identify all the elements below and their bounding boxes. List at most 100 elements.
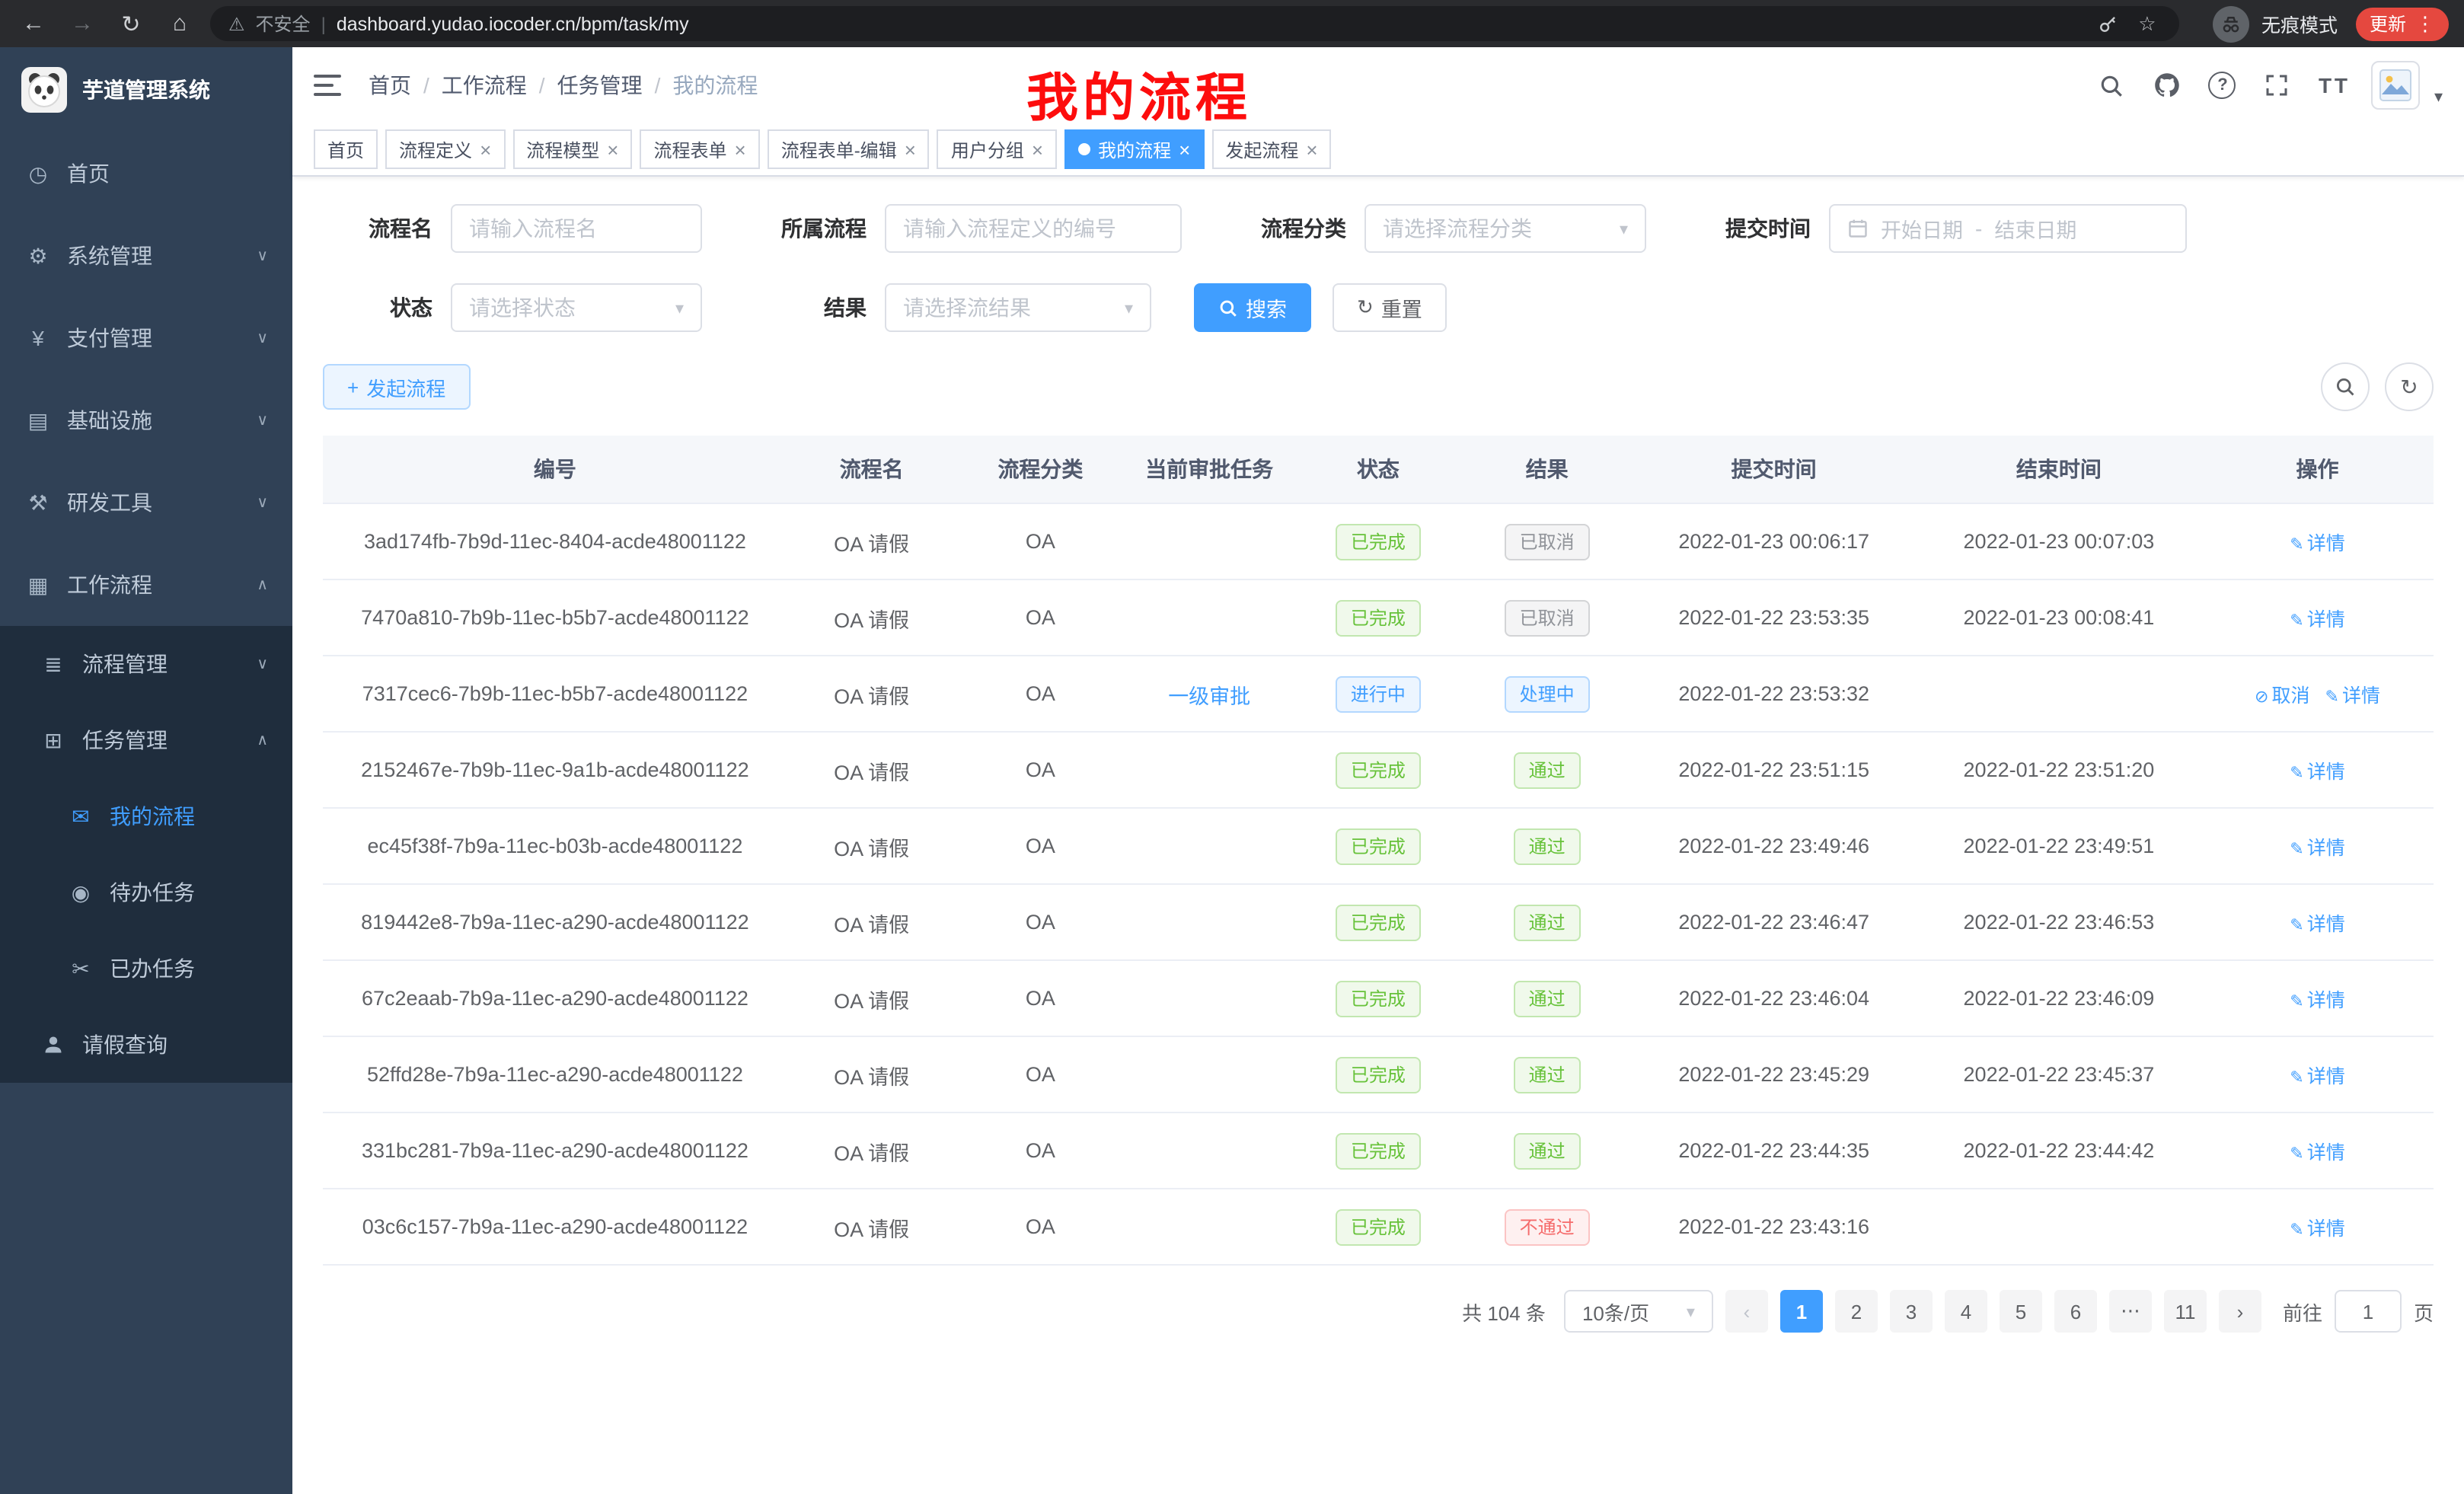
app-logo[interactable]: 芋道管理系统 xyxy=(0,47,292,132)
tab-process-definition[interactable]: 流程定义 × xyxy=(385,129,505,169)
process-name-input[interactable] xyxy=(451,204,702,253)
sidebar-item-workflow[interactable]: ▦ 工作流程 ∧ xyxy=(0,544,292,626)
close-icon[interactable]: × xyxy=(607,139,618,159)
help-icon[interactable]: ? xyxy=(2209,72,2236,99)
prev-page-button[interactable]: ‹ xyxy=(1725,1290,1768,1333)
tab-initiate-process[interactable]: 发起流程 × xyxy=(1211,129,1331,169)
close-icon[interactable]: × xyxy=(735,139,746,159)
page-button-1[interactable]: 1 xyxy=(1780,1290,1823,1333)
sidebar-item-label: 待办任务 xyxy=(110,877,195,908)
submit-time-range-picker[interactable]: 开始日期 - 结束日期 xyxy=(1829,204,2187,253)
sidebar-item-system[interactable]: ⚙ 系统管理 ∨ xyxy=(0,215,292,297)
detail-link[interactable]: ✎详情 xyxy=(2290,1066,2344,1087)
browser-menu-icon[interactable]: ⋮ xyxy=(2415,11,2435,36)
goto-page-input[interactable] xyxy=(2335,1290,2402,1333)
page-button-5[interactable]: 5 xyxy=(2000,1290,2042,1333)
create-process-button[interactable]: + 发起流程 xyxy=(323,364,470,410)
warning-icon[interactable]: ⚠ xyxy=(228,13,245,34)
sidebar-item-leave-query[interactable]: 请假查询 xyxy=(0,1007,292,1083)
bookmark-star-icon[interactable]: ☆ xyxy=(2134,10,2161,37)
current-task-link[interactable]: 一级审批 xyxy=(1168,685,1250,707)
sidebar-item-todo-tasks[interactable]: ◉ 待办任务 xyxy=(0,854,292,931)
detail-link[interactable]: ✎详情 xyxy=(2325,685,2380,707)
close-icon[interactable]: × xyxy=(1179,139,1190,159)
tags-view-bar: 首页 流程定义 × 流程模型 × 流程表单 × 流程表单-编辑 × xyxy=(292,123,2464,177)
back-icon[interactable]: ← xyxy=(15,5,52,42)
detail-link[interactable]: ✎详情 xyxy=(2290,990,2344,1011)
page-button-2[interactable]: 2 xyxy=(1835,1290,1878,1333)
col-name: 流程名 xyxy=(787,436,956,503)
search-button[interactable]: 搜索 xyxy=(1194,283,1311,332)
breadcrumb-workflow[interactable]: 工作流程 xyxy=(442,70,527,101)
page-button-11[interactable]: 11 xyxy=(2164,1290,2207,1333)
sidebar-item-done-tasks[interactable]: ✂ 已办任务 xyxy=(0,931,292,1007)
sidebar-item-task-management[interactable]: ⊞ 任务管理 ∧ xyxy=(0,702,292,778)
cancel-link[interactable]: ⊘取消 xyxy=(2255,685,2309,707)
sidebar-toggle-icon[interactable] xyxy=(314,69,347,102)
forward-icon[interactable]: → xyxy=(64,5,101,42)
address-bar[interactable]: ⚠ 不安全 | dashboard.yudao.iocoder.cn/bpm/t… xyxy=(210,6,2179,41)
url-text[interactable]: dashboard.yudao.iocoder.cn/bpm/task/my xyxy=(337,13,689,34)
result-select[interactable]: 请选择流结果 ▾ xyxy=(885,283,1151,332)
fullscreen-icon[interactable] xyxy=(2262,70,2293,101)
detail-link[interactable]: ✎详情 xyxy=(2290,609,2344,630)
tab-process-form-edit[interactable]: 流程表单-编辑 × xyxy=(768,129,930,169)
app-title: 芋道管理系统 xyxy=(82,75,210,105)
sidebar-item-devtools[interactable]: ⚒ 研发工具 ∨ xyxy=(0,461,292,544)
close-icon[interactable]: × xyxy=(905,139,916,159)
next-page-button[interactable]: › xyxy=(2219,1290,2261,1333)
sidebar-item-my-process[interactable]: ✉ 我的流程 xyxy=(0,778,292,854)
select-placeholder: 请选择状态 xyxy=(469,292,576,323)
detail-link[interactable]: ✎详情 xyxy=(2290,914,2344,935)
page-button-3[interactable]: 3 xyxy=(1890,1290,1933,1333)
select-placeholder: 请选择流结果 xyxy=(903,292,1031,323)
update-button[interactable]: 更新 ⋮ xyxy=(2356,7,2449,40)
sidebar-item-payment[interactable]: ¥ 支付管理 ∨ xyxy=(0,297,292,379)
table-row: 2152467e-7b9b-11ec-9a1b-acde48001122 OA … xyxy=(323,732,2434,808)
close-icon[interactable]: × xyxy=(1032,139,1043,159)
reset-button-label: 重置 xyxy=(1381,292,1422,323)
start-date-placeholder[interactable]: 开始日期 xyxy=(1881,213,1963,244)
sidebar-item-home[interactable]: ◷ 首页 xyxy=(0,132,292,215)
category-select[interactable]: 请选择流程分类 ▾ xyxy=(1364,204,1646,253)
end-date-placeholder[interactable]: 结束日期 xyxy=(1994,213,2076,244)
tab-my-process[interactable]: 我的流程 × xyxy=(1064,129,1204,169)
page-button-6[interactable]: 6 xyxy=(2054,1290,2097,1333)
github-icon[interactable] xyxy=(2153,70,2183,101)
breadcrumb-task-management[interactable]: 任务管理 xyxy=(557,70,643,101)
tab-process-model[interactable]: 流程模型 × xyxy=(512,129,632,169)
page-ellipsis[interactable]: ⋯ xyxy=(2109,1290,2152,1333)
home-icon[interactable]: ⌂ xyxy=(161,5,198,42)
cell-end-time: 2022-01-23 00:08:41 xyxy=(1917,579,2201,656)
reload-icon[interactable]: ↻ xyxy=(113,5,149,42)
tab-process-form[interactable]: 流程表单 × xyxy=(640,129,759,169)
detail-link[interactable]: ✎详情 xyxy=(2290,533,2344,554)
avatar-caret-icon[interactable]: ▾ xyxy=(2434,87,2443,110)
search-icon[interactable] xyxy=(2096,70,2127,101)
edit-icon: ✎ xyxy=(2290,612,2303,630)
sidebar-item-process-management[interactable]: ≣ 流程管理 ∨ xyxy=(0,626,292,702)
detail-link[interactable]: ✎详情 xyxy=(2290,1142,2344,1164)
result-badge: 已取消 xyxy=(1505,599,1590,636)
key-icon[interactable] xyxy=(2095,10,2123,37)
page-size-select[interactable]: 10条/页 ▾ xyxy=(1564,1290,1713,1333)
breadcrumb-separator: / xyxy=(423,73,429,97)
status-select[interactable]: 请选择状态 ▾ xyxy=(451,283,702,332)
tab-home[interactable]: 首页 xyxy=(314,129,378,169)
toggle-search-icon[interactable] xyxy=(2321,362,2370,411)
reset-button[interactable]: ↻ 重置 xyxy=(1333,283,1447,332)
detail-link[interactable]: ✎详情 xyxy=(2290,1218,2344,1240)
breadcrumb-home[interactable]: 首页 xyxy=(369,70,411,101)
tab-user-group[interactable]: 用户分组 × xyxy=(937,129,1057,169)
close-icon[interactable]: × xyxy=(480,139,491,159)
close-icon[interactable]: × xyxy=(1306,139,1317,159)
sidebar-item-infrastructure[interactable]: ▤ 基础设施 ∨ xyxy=(0,379,292,461)
parent-process-input[interactable] xyxy=(885,204,1182,253)
detail-link[interactable]: ✎详情 xyxy=(2290,761,2344,783)
detail-link[interactable]: ✎详情 xyxy=(2290,838,2344,859)
refresh-table-icon[interactable]: ↻ xyxy=(2385,362,2434,411)
process-name-label: 流程名 xyxy=(323,213,451,244)
avatar[interactable] xyxy=(2372,61,2421,110)
page-button-4[interactable]: 4 xyxy=(1945,1290,1987,1333)
font-size-icon[interactable]: T T xyxy=(2319,73,2346,97)
